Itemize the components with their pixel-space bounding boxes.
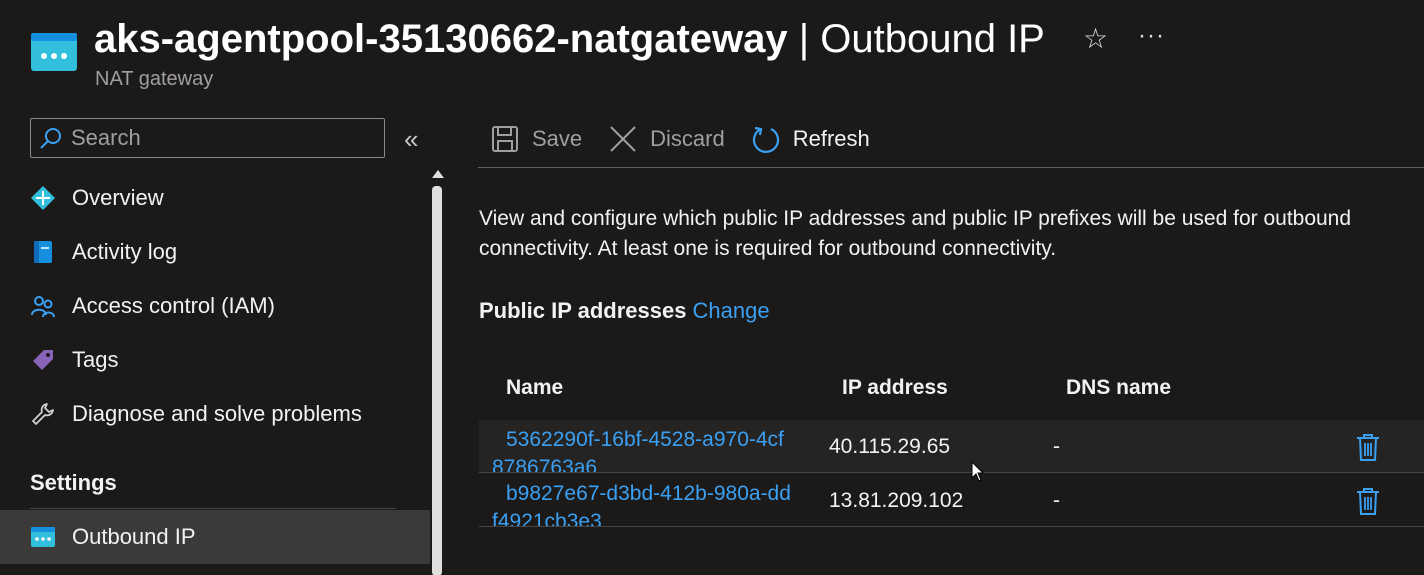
sidebar-item-diagnose[interactable]: Diagnose and solve problems xyxy=(0,387,430,441)
column-header-ip-address[interactable]: IP address xyxy=(842,376,948,400)
discard-button[interactable]: Discard xyxy=(608,124,725,154)
settings-heading: Settings xyxy=(30,470,117,495)
delete-icon[interactable] xyxy=(1355,486,1381,516)
sidebar-item-label: Diagnose and solve problems xyxy=(72,401,362,426)
overview-icon xyxy=(30,185,56,211)
close-icon xyxy=(610,125,636,152)
sidebar-item-label: Access control (IAM) xyxy=(72,293,275,318)
wrench-icon xyxy=(30,401,56,427)
save-button[interactable]: Save xyxy=(490,124,582,154)
table-row: b9827e67-d3bd-412b-980a-ddf4921cb3e3 13.… xyxy=(479,474,1424,527)
sidebar-item-label: Overview xyxy=(72,185,164,210)
dns-name-cell: - xyxy=(1053,489,1060,512)
refresh-button[interactable]: Refresh xyxy=(751,124,870,154)
sidebar-item-activity-log[interactable]: Activity log xyxy=(0,225,430,279)
page-name: Outbound IP xyxy=(820,17,1045,61)
ip-address-cell: 40.115.29.65 xyxy=(829,435,951,458)
delete-icon[interactable] xyxy=(1355,432,1381,462)
resource-name: aks-agentpool-35130662-natgateway xyxy=(94,17,788,61)
nat-gateway-icon xyxy=(30,524,56,550)
sidebar-item-label: Outbound IP xyxy=(72,524,196,549)
save-icon xyxy=(492,125,518,152)
star-icon[interactable]: ☆ xyxy=(1083,22,1108,55)
more-options-button[interactable]: ··· xyxy=(1138,22,1165,50)
scrollbar-thumb[interactable] xyxy=(432,186,442,575)
scroll-up-arrow[interactable] xyxy=(432,170,444,178)
sidebar-item-tags[interactable]: Tags xyxy=(0,333,430,387)
column-header-name[interactable]: Name xyxy=(506,376,563,400)
mouse-cursor-icon xyxy=(971,460,985,483)
refresh-icon xyxy=(752,126,779,153)
search-icon xyxy=(40,128,61,149)
change-link[interactable]: Change xyxy=(692,298,769,323)
collapse-sidebar-button[interactable]: « xyxy=(404,124,418,155)
sidebar-item-label: Tags xyxy=(72,347,119,372)
iam-icon xyxy=(30,293,56,319)
sidebar-scrollbar[interactable] xyxy=(430,170,446,575)
public-ip-name-link[interactable]: 5362290f-16bf-4528-a970-4cf8786763a6 xyxy=(492,426,792,472)
discard-label: Discard xyxy=(650,125,725,151)
sidebar-item-overview[interactable]: Overview xyxy=(0,171,430,225)
search-box[interactable] xyxy=(30,118,385,158)
search-input[interactable] xyxy=(71,125,361,151)
public-ip-heading-label: Public IP addresses xyxy=(479,298,687,323)
table-row: 5362290f-16bf-4528-a970-4cf8786763a6 40.… xyxy=(479,420,1424,473)
title-separator: | xyxy=(787,17,821,61)
public-ip-heading: Public IP addresses Change xyxy=(479,298,770,324)
save-label: Save xyxy=(532,125,583,151)
command-bar: Save Discard Refresh xyxy=(478,110,1424,168)
column-header-dns-name[interactable]: DNS name xyxy=(1066,376,1171,400)
nat-gateway-icon xyxy=(30,32,78,72)
public-ip-name-link[interactable]: b9827e67-d3bd-412b-980a-ddf4921cb3e3 xyxy=(492,480,792,526)
page-title: aks-agentpool-35130662-natgateway | Outb… xyxy=(94,14,1045,64)
tag-icon xyxy=(30,347,56,373)
activity-log-icon xyxy=(30,239,56,265)
sidebar-item-outbound-ip[interactable]: Outbound IP xyxy=(0,510,430,564)
ip-address-cell: 13.81.209.102 xyxy=(829,489,964,512)
sidebar-item-label: Activity log xyxy=(72,239,178,264)
sidebar-item-access-control[interactable]: Access control (IAM) xyxy=(0,279,430,333)
description-text: View and configure which public IP addre… xyxy=(479,207,1352,260)
resource-type: NAT gateway xyxy=(95,68,214,90)
divider xyxy=(30,508,396,509)
dns-name-cell: - xyxy=(1053,435,1060,458)
refresh-label: Refresh xyxy=(792,125,870,151)
